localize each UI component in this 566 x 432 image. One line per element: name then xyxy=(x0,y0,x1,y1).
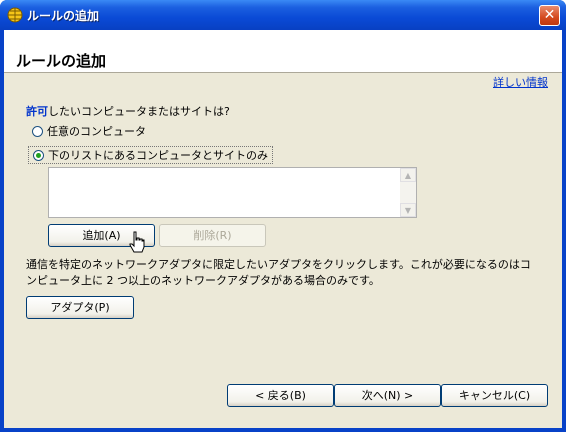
list-scrollbar[interactable]: ▲ ▼ xyxy=(400,168,416,217)
delete-button[interactable]: 削除(R) xyxy=(159,224,266,247)
firewall-globe-icon xyxy=(7,7,23,23)
dialog-window: ルールの追加 ✕ ルールの追加 詳しい情報 許可したいコンピュータまたはサイトは… xyxy=(0,0,566,432)
question-rest: したいコンピュータまたはサイトは? xyxy=(48,105,230,118)
question-text: 許可したいコンピュータまたはサイトは? xyxy=(26,103,230,119)
close-button[interactable]: ✕ xyxy=(539,5,560,26)
scroll-track[interactable] xyxy=(400,182,416,203)
wizard-header: ルールの追加 xyxy=(4,30,562,73)
hand-pointer-icon xyxy=(129,231,145,253)
scroll-up-icon[interactable]: ▲ xyxy=(400,168,416,182)
computer-list[interactable]: ▲ ▼ xyxy=(48,167,417,218)
question-keyword: 許可 xyxy=(26,105,48,118)
radio-label: 下のリストにあるコンピュータとサイトのみ xyxy=(48,149,268,162)
next-button[interactable]: 次へ(N) > xyxy=(334,384,441,407)
radio-button[interactable] xyxy=(32,125,43,137)
window-title: ルールの追加 xyxy=(27,9,100,23)
close-icon: ✕ xyxy=(543,7,556,23)
more-info-link[interactable]: 詳しい情報 xyxy=(493,74,548,90)
radio-label: 任意のコンピュータ xyxy=(47,125,146,138)
back-button[interactable]: < 戻る(B) xyxy=(227,384,334,407)
dialog-body: ルールの追加 詳しい情報 許可したいコンピュータまたはサイトは? 任意のコンピュ… xyxy=(4,30,562,428)
page-title: ルールの追加 xyxy=(16,52,107,70)
title-bar[interactable]: ルールの追加 ✕ xyxy=(0,0,566,30)
adapter-button[interactable]: アダプタ(P) xyxy=(26,296,134,319)
radio-listed-only[interactable]: 下のリストにあるコンピュータとサイトのみ xyxy=(28,146,273,164)
adapter-description: 通信を特定のネットワークアダプタに限定したいアダプタをクリックします。これが必要… xyxy=(26,258,531,287)
cancel-button[interactable]: キャンセル(C) xyxy=(441,384,548,407)
radio-button-selected[interactable] xyxy=(33,149,44,161)
radio-any-computer[interactable]: 任意のコンピュータ xyxy=(32,123,146,139)
scroll-down-icon[interactable]: ▼ xyxy=(400,203,416,217)
